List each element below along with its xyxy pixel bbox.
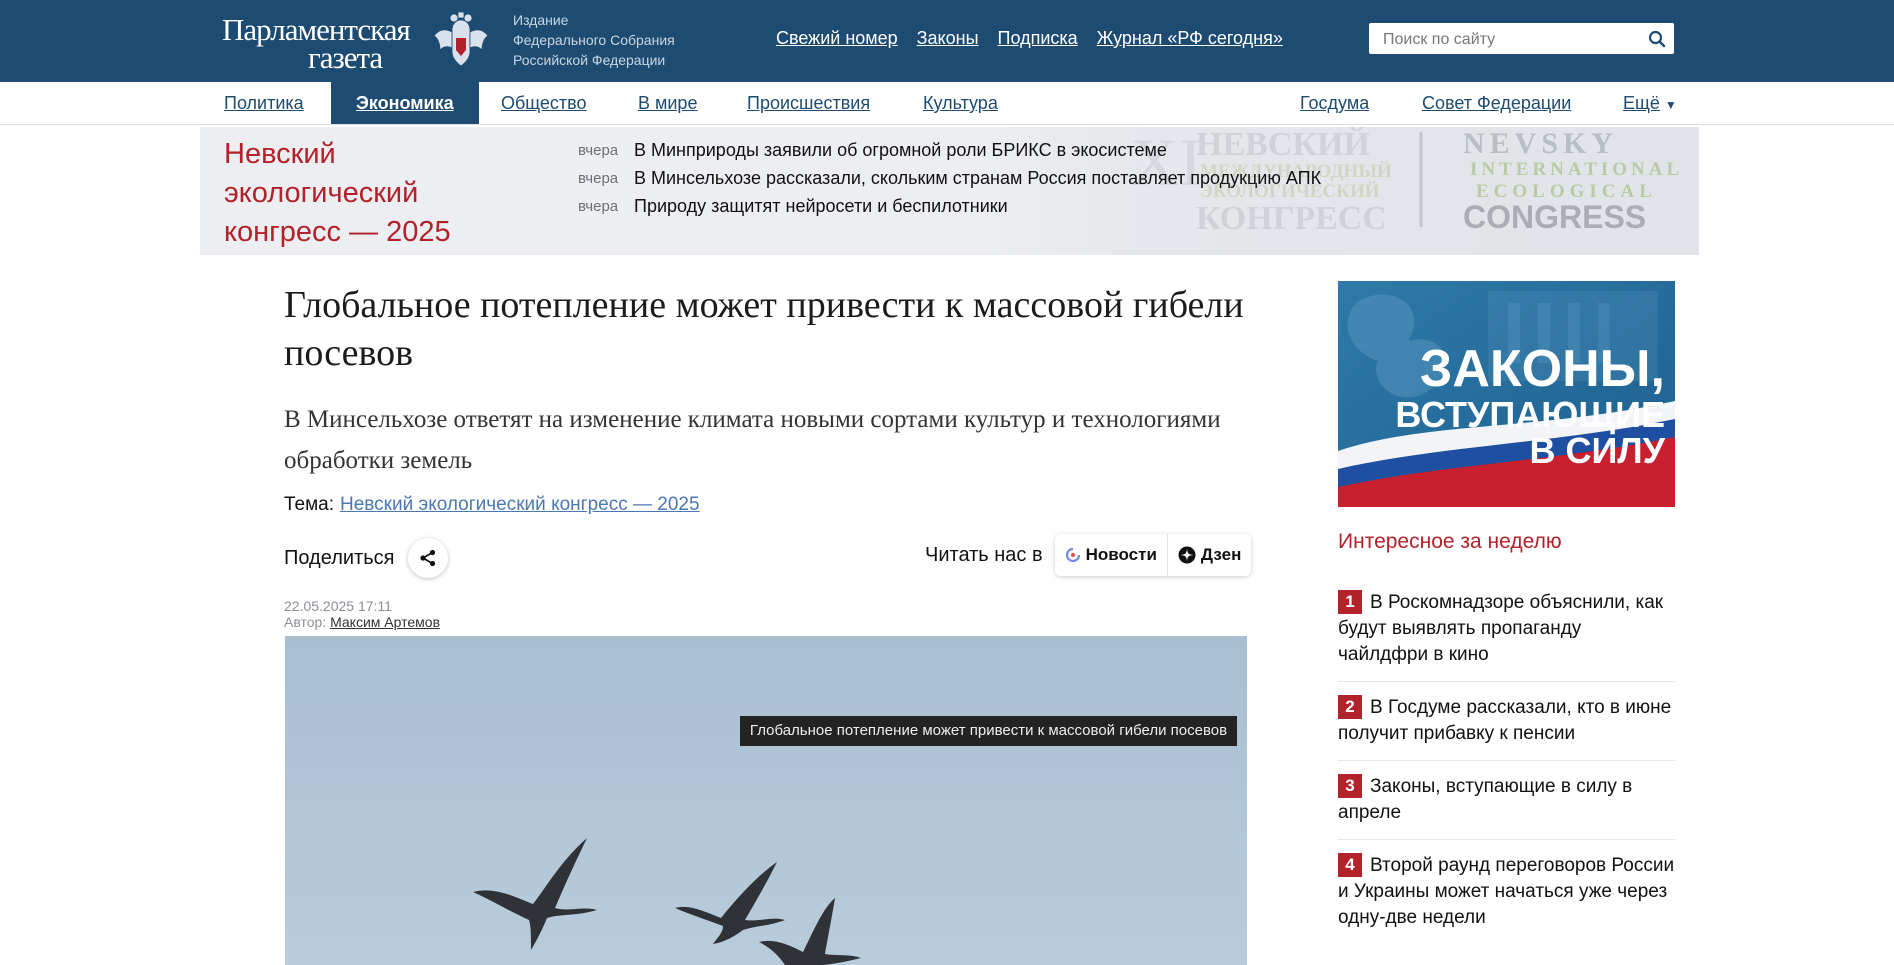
top-nav-laws[interactable]: Законы: [917, 28, 979, 49]
dzen-icon: [1178, 546, 1196, 564]
search-input[interactable]: [1381, 23, 1635, 56]
weekly-rank: 2: [1338, 695, 1362, 719]
banner-news-item[interactable]: вчера В Минприроды заявили об огромной р…: [578, 136, 1321, 164]
svg-text:INTERNATIONAL: INTERNATIONAL: [1470, 159, 1683, 180]
topic-link[interactable]: Невский экологический конгресс — 2025: [340, 494, 700, 515]
section-politics[interactable]: Политика: [224, 82, 304, 124]
article-meta: 22.05.2025 17:11 Автор: Максим Артемов: [284, 598, 440, 630]
promo-line: В СИЛУ: [1529, 430, 1665, 471]
sections-nav: Политика Экономика Общество В мире Проис…: [0, 82, 1894, 125]
promo-line: ЗАКОНЫ,: [1419, 340, 1665, 398]
chevron-down-icon: ▼: [1664, 98, 1677, 112]
weekly-headline[interactable]: В Роскомнадзоре объяснили, как будут выя…: [1338, 592, 1663, 665]
author-label: Автор:: [284, 614, 327, 630]
banner-news-item[interactable]: вчера В Минсельхозе рассказали, скольким…: [578, 164, 1321, 192]
share-icon: [420, 549, 436, 567]
photo-caption: Глобальное потепление может привести к м…: [740, 716, 1237, 746]
site-header: Парламентская газета Издание Федеральног…: [0, 0, 1894, 82]
weekly-rank: 3: [1338, 774, 1362, 798]
read-us-dzen-button[interactable]: Дзен: [1166, 534, 1251, 576]
section-world[interactable]: В мире: [638, 82, 697, 124]
share-block: Поделиться: [284, 538, 449, 578]
top-nav: Свежий номер Законы Подписка Журнал «РФ …: [776, 28, 1283, 49]
search-box: [1369, 23, 1674, 56]
banner-news-item[interactable]: вчера Природу защитят нейросети и беспил…: [578, 192, 1321, 220]
svg-text:CONGRESS: CONGRESS: [1463, 199, 1646, 235]
weekly-headline[interactable]: Законы, вступающие в силу в апреле: [1338, 776, 1632, 823]
promo-line: ВСТУПАЮЩИЕ: [1395, 394, 1665, 435]
top-nav-fresh-issue[interactable]: Свежий номер: [776, 28, 898, 49]
publisher-line: Издание: [513, 12, 569, 28]
top-nav-subscription[interactable]: Подписка: [998, 28, 1078, 49]
weekly-list: 1В Роскомнадзоре объяснили, как будут вы…: [1338, 590, 1675, 957]
laws-promo-banner[interactable]: ЗАКОНЫ, ВСТУПАЮЩИЕ В СИЛУ: [1338, 281, 1675, 507]
banner-news-list: вчера В Минприроды заявили об огромной р…: [578, 136, 1321, 220]
news-headline[interactable]: В Минсельхозе рассказали, скольким стран…: [634, 168, 1321, 189]
section-society[interactable]: Общество: [501, 82, 587, 124]
weekly-rank: 4: [1338, 853, 1362, 877]
weekly-item[interactable]: 1В Роскомнадзоре объяснили, как будут вы…: [1338, 590, 1675, 682]
promo-text: ЗАКОНЫ, ВСТУПАЮЩИЕ В СИЛУ: [1338, 341, 1665, 469]
search-icon[interactable]: [1648, 30, 1666, 48]
news-time: вчера: [578, 197, 619, 215]
section-incidents[interactable]: Происшествия: [747, 82, 870, 124]
publisher-note: Издание Федерального Собрания Российской…: [513, 10, 675, 70]
article-photo: [285, 636, 1247, 965]
section-more[interactable]: Ещё ▼: [1623, 82, 1677, 124]
section-duma[interactable]: Госдума: [1300, 82, 1369, 124]
weekly-item[interactable]: 4 Второй раунд переговоров России и Украи…: [1338, 853, 1675, 944]
section-culture[interactable]: Культура: [923, 82, 998, 124]
news-headline[interactable]: Природу защитят нейросети и беспилотники: [634, 196, 1008, 217]
eagle-emblem-icon: [433, 11, 489, 67]
read-us-pills: Новости Дзен: [1054, 534, 1252, 576]
svg-text:NEVSKY: NEVSKY: [1463, 127, 1618, 160]
topic-label: Тема:: [284, 494, 335, 515]
article-date: 22.05.2025 17:11: [284, 598, 392, 614]
special-project-banner[interactable]: XI НЕВСКИЙ МЕЖДУНАРОДНЫЙ ЭКОЛОГИЧЕСКИЙ К…: [200, 127, 1699, 255]
article-topic: Тема: Невский экологический конгресс — 20…: [284, 494, 700, 516]
publisher-line: Российской Федерации: [513, 52, 666, 68]
article-title: Глобальное потепление может привести к м…: [284, 284, 1244, 374]
cranes-photo-image: [285, 636, 1247, 965]
read-us-label: Читать нас в: [925, 543, 1043, 566]
read-us-news-button[interactable]: Новости: [1055, 534, 1167, 576]
weekly-headline[interactable]: Второй раунд переговоров России и Украин…: [1338, 855, 1674, 928]
weekly-item[interactable]: 2В Госдуме рассказали, кто в июне получи…: [1338, 695, 1675, 761]
section-economy[interactable]: Экономика: [331, 82, 479, 124]
read-us-block: Читать нас в Новости Дзен: [925, 534, 1252, 576]
news-time: вчера: [578, 141, 619, 159]
top-nav-magazine[interactable]: Журнал «РФ сегодня»: [1097, 28, 1283, 49]
weekly-rank: 1: [1338, 590, 1362, 614]
logo-line-2: газета: [308, 40, 383, 75]
site-logo[interactable]: Парламентская газета: [222, 12, 422, 75]
share-label: Поделиться: [284, 546, 395, 569]
section-federation-council[interactable]: Совет Федерации: [1422, 82, 1571, 124]
banner-title[interactable]: Невский экологический конгресс — 2025: [224, 135, 454, 252]
read-us-news-label: Новости: [1085, 545, 1157, 564]
read-us-dzen-label: Дзен: [1200, 545, 1242, 564]
news-headline[interactable]: В Минприроды заявили об огромной роли БР…: [634, 140, 1167, 161]
weekly-headline[interactable]: В Госдуме рассказали, кто в июне получит…: [1338, 697, 1671, 744]
share-button[interactable]: [408, 538, 449, 578]
article-lead: В Минсельхозе ответят на изменение клима…: [284, 406, 1221, 474]
section-more-label: Ещё: [1623, 93, 1660, 113]
weekly-item[interactable]: 3 Законы, вступающие в силу в апреле: [1338, 774, 1675, 840]
publisher-line: Федерального Собрания: [513, 32, 675, 48]
article-author: Автор: Максим Артемов: [284, 614, 440, 630]
news-time: вчера: [578, 169, 619, 187]
author-link[interactable]: Максим Артемов: [330, 614, 440, 630]
yandex-news-icon: [1065, 547, 1080, 563]
weekly-title: Интересное за неделю: [1338, 530, 1562, 553]
